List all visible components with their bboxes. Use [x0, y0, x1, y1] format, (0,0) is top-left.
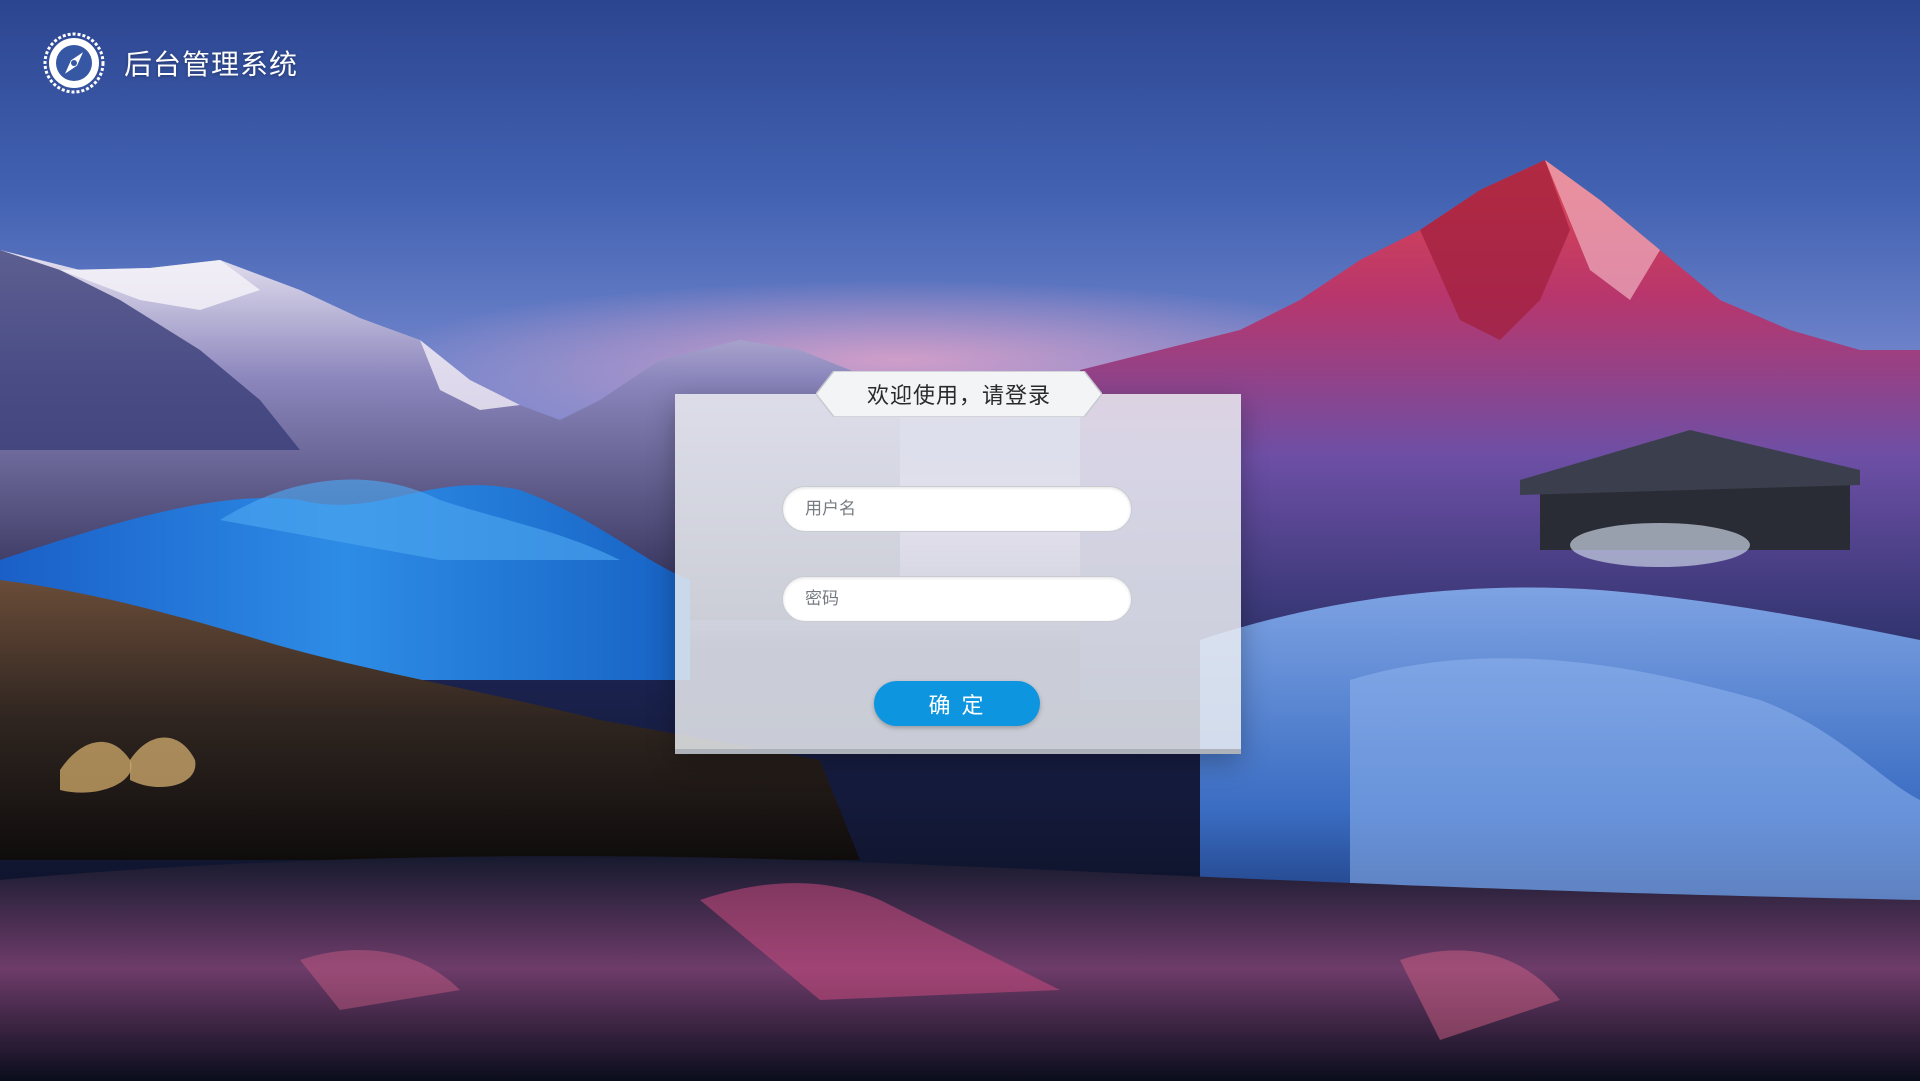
compass-emblem-icon — [43, 32, 105, 94]
username-input[interactable] — [782, 486, 1132, 532]
login-panel-header: 欢迎使用，请登录 — [816, 371, 1102, 417]
brand: 后台管理系统 — [42, 30, 298, 96]
login-screen: 后台管理系统 欢迎使用，请登录 确 定 — [0, 0, 1920, 1081]
confirm-button[interactable]: 确 定 — [874, 681, 1040, 726]
login-heading: 欢迎使用，请登录 — [866, 384, 1051, 409]
app-title: 后台管理系统 — [124, 48, 299, 81]
password-input[interactable] — [782, 576, 1132, 622]
